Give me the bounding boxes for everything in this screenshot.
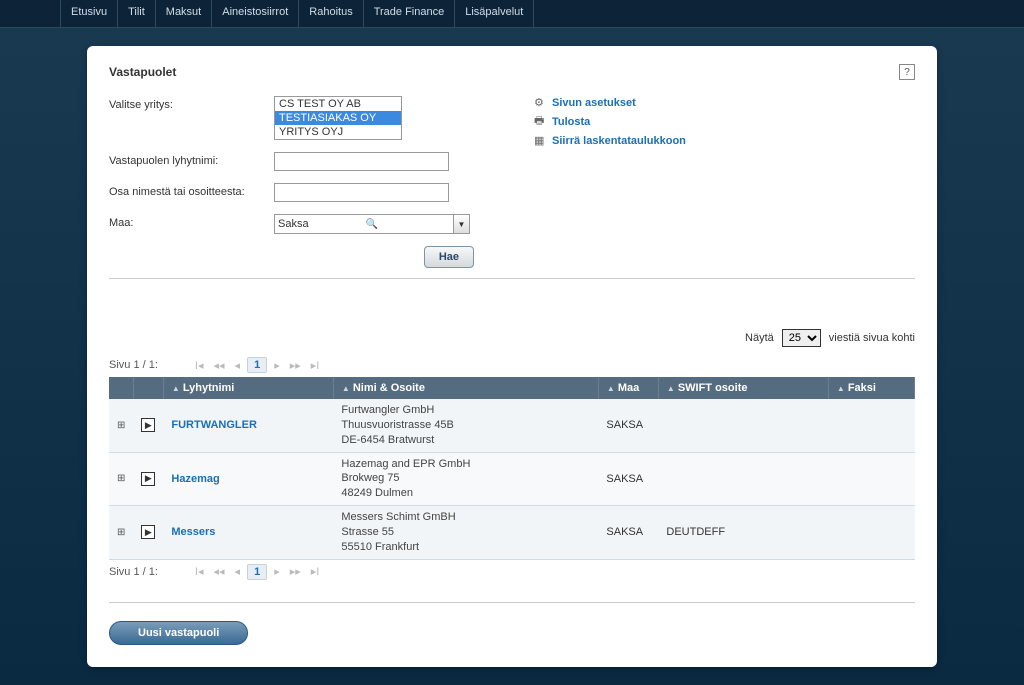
swift-cell: DEUTDEFF: [658, 506, 828, 560]
name-address-input[interactable]: [274, 183, 449, 202]
main-nav: EtusivuTilitMaksutAineistosiirrotRahoitu…: [0, 0, 1024, 28]
pager-first-icon[interactable]: І◂: [192, 359, 207, 372]
per-page-label: Näytä: [745, 332, 774, 344]
col-action: [133, 377, 163, 399]
col-name-address[interactable]: ▲Nimi & Osoite: [333, 377, 598, 399]
pager-current[interactable]: 1: [247, 564, 267, 580]
fax-cell: [828, 452, 914, 506]
nav-item-maksut[interactable]: Maksut: [156, 0, 212, 27]
expand-icon[interactable]: ⊞: [117, 421, 125, 432]
country-value: Saksa: [278, 218, 363, 230]
col-fax[interactable]: ▲Faksi: [828, 377, 914, 399]
pager-first-icon[interactable]: І◂: [192, 565, 207, 578]
printer-icon: 🖶: [534, 112, 548, 131]
main-panel: Vastapuolet ? Valitse yritys: CS TEST OY…: [87, 46, 937, 667]
divider: [109, 602, 915, 603]
pager-next-icon[interactable]: ▸: [271, 565, 283, 578]
row-action-icon[interactable]: ▶: [141, 525, 155, 539]
row-action-icon[interactable]: ▶: [141, 472, 155, 486]
pager-next-group-icon[interactable]: ▸▸: [287, 359, 304, 372]
pager-prev-group-icon[interactable]: ◂◂: [211, 359, 228, 372]
pager-prev-icon[interactable]: ◂: [232, 565, 244, 578]
col-expand: [109, 377, 133, 399]
shortname-link[interactable]: Messers: [171, 526, 215, 538]
company-select[interactable]: CS TEST OY ABTESTIASIAKAS OYYRITYS OYJ: [274, 96, 402, 140]
row-action-icon[interactable]: ▶: [141, 418, 155, 432]
pager-prev-group-icon[interactable]: ◂◂: [211, 565, 228, 578]
search-button[interactable]: Hae: [424, 246, 474, 268]
col-shortname[interactable]: ▲Lyhytnimi: [163, 377, 333, 399]
gear-icon: ⚙: [534, 96, 548, 109]
export-spreadsheet-link[interactable]: ▦ Siirrä laskentataulukkoon: [534, 134, 686, 147]
nav-item-lisäpalvelut[interactable]: Lisäpalvelut: [455, 0, 534, 27]
print-link[interactable]: 🖶 Tulosta: [534, 112, 686, 131]
nav-item-rahoitus[interactable]: Rahoitus: [299, 0, 363, 27]
page-settings-label: Sivun asetukset: [552, 97, 636, 109]
table-row: ⊞ ▶ FURTWANGLER Furtwangler GmbHThuusvuoris…: [109, 399, 915, 452]
company-option[interactable]: TESTIASIAKAS OY: [275, 111, 401, 125]
sort-asc-icon: ▲: [342, 384, 350, 393]
fax-cell: [828, 506, 914, 560]
pager-next-group-icon[interactable]: ▸▸: [287, 565, 304, 578]
per-page-suffix: viestiä sivua kohti: [829, 332, 915, 344]
label-name-address: Osa nimestä tai osoitteesta:: [109, 183, 274, 198]
pager-current[interactable]: 1: [247, 357, 267, 373]
fax-cell: [828, 399, 914, 452]
address-cell: Messers Schimt GmBHStrasse 5555510 Frank…: [341, 510, 590, 555]
col-swift[interactable]: ▲SWIFT osoite: [658, 377, 828, 399]
address-cell: Hazemag and EPR GmbHBrokweg 7548249 Dulm…: [341, 457, 590, 502]
page-action-links: ⚙ Sivun asetukset 🖶 Tulosta ▦ Siirrä las…: [534, 96, 686, 268]
label-country: Maa:: [109, 214, 274, 229]
export-label: Siirrä laskentataulukkoon: [552, 135, 686, 147]
spreadsheet-icon: ▦: [534, 134, 548, 147]
country-cell: SAKSA: [598, 506, 658, 560]
pager-prev-icon[interactable]: ◂: [232, 359, 244, 372]
search-icon: 🔍: [366, 219, 451, 230]
table-row: ⊞ ▶ Messers Messers Schimt GmBHStrasse 5555…: [109, 506, 915, 560]
page-settings-link[interactable]: ⚙ Sivun asetukset: [534, 96, 686, 109]
swift-cell: [658, 399, 828, 452]
sort-asc-icon: ▲: [837, 384, 845, 393]
table-row: ⊞ ▶ Hazemag Hazemag and EPR GmbHBrokweg 754…: [109, 452, 915, 506]
country-dropdown-button[interactable]: ▼: [454, 214, 470, 234]
company-option[interactable]: YRITYS OYJ: [275, 125, 401, 139]
expand-icon[interactable]: ⊞: [117, 528, 125, 539]
expand-icon[interactable]: ⊞: [117, 474, 125, 485]
address-cell: Furtwangler GmbHThuusvuoristrasse 45BDE-…: [341, 403, 590, 448]
new-counterparty-button[interactable]: Uusi vastapuoli: [109, 621, 248, 645]
pager-last-icon[interactable]: ▸І: [308, 565, 323, 578]
pager-top: Sivu 1 / 1: І◂ ◂◂ ◂ 1 ▸ ▸▸ ▸І: [109, 353, 915, 377]
swift-cell: [658, 452, 828, 506]
short-name-input[interactable]: [274, 152, 449, 171]
sort-asc-icon: ▲: [607, 384, 615, 393]
nav-item-tilit[interactable]: Tilit: [118, 0, 156, 27]
pager-next-icon[interactable]: ▸: [271, 359, 283, 372]
country-input[interactable]: Saksa 🔍: [274, 214, 454, 234]
pager-label: Sivu 1 / 1:: [109, 359, 158, 371]
label-short-name: Vastapuolen lyhytnimi:: [109, 152, 274, 167]
help-icon[interactable]: ?: [899, 64, 915, 80]
country-cell: SAKSA: [598, 399, 658, 452]
pager-bottom: Sivu 1 / 1: І◂ ◂◂ ◂ 1 ▸ ▸▸ ▸І: [109, 560, 915, 584]
pager-last-icon[interactable]: ▸І: [308, 359, 323, 372]
results-table: ▲Lyhytnimi ▲Nimi & Osoite ▲Maa ▲SWIFT os…: [109, 377, 915, 560]
shortname-link[interactable]: Hazemag: [171, 473, 219, 485]
page-title: Vastapuolet: [109, 65, 176, 79]
nav-item-etusivu[interactable]: Etusivu: [60, 0, 118, 27]
sort-asc-icon: ▲: [667, 384, 675, 393]
per-page-select[interactable]: 25: [782, 329, 821, 347]
nav-item-aineistosiirrot[interactable]: Aineistosiirrot: [212, 0, 299, 27]
company-option[interactable]: CS TEST OY AB: [275, 97, 401, 111]
country-cell: SAKSA: [598, 452, 658, 506]
shortname-link[interactable]: FURTWANGLER: [171, 419, 257, 431]
divider: [109, 278, 915, 279]
nav-item-trade finance[interactable]: Trade Finance: [364, 0, 456, 27]
col-country[interactable]: ▲Maa: [598, 377, 658, 399]
sort-asc-icon: ▲: [172, 384, 180, 393]
print-label: Tulosta: [552, 116, 590, 128]
label-select-company: Valitse yritys:: [109, 96, 274, 111]
pager-label: Sivu 1 / 1:: [109, 566, 158, 578]
